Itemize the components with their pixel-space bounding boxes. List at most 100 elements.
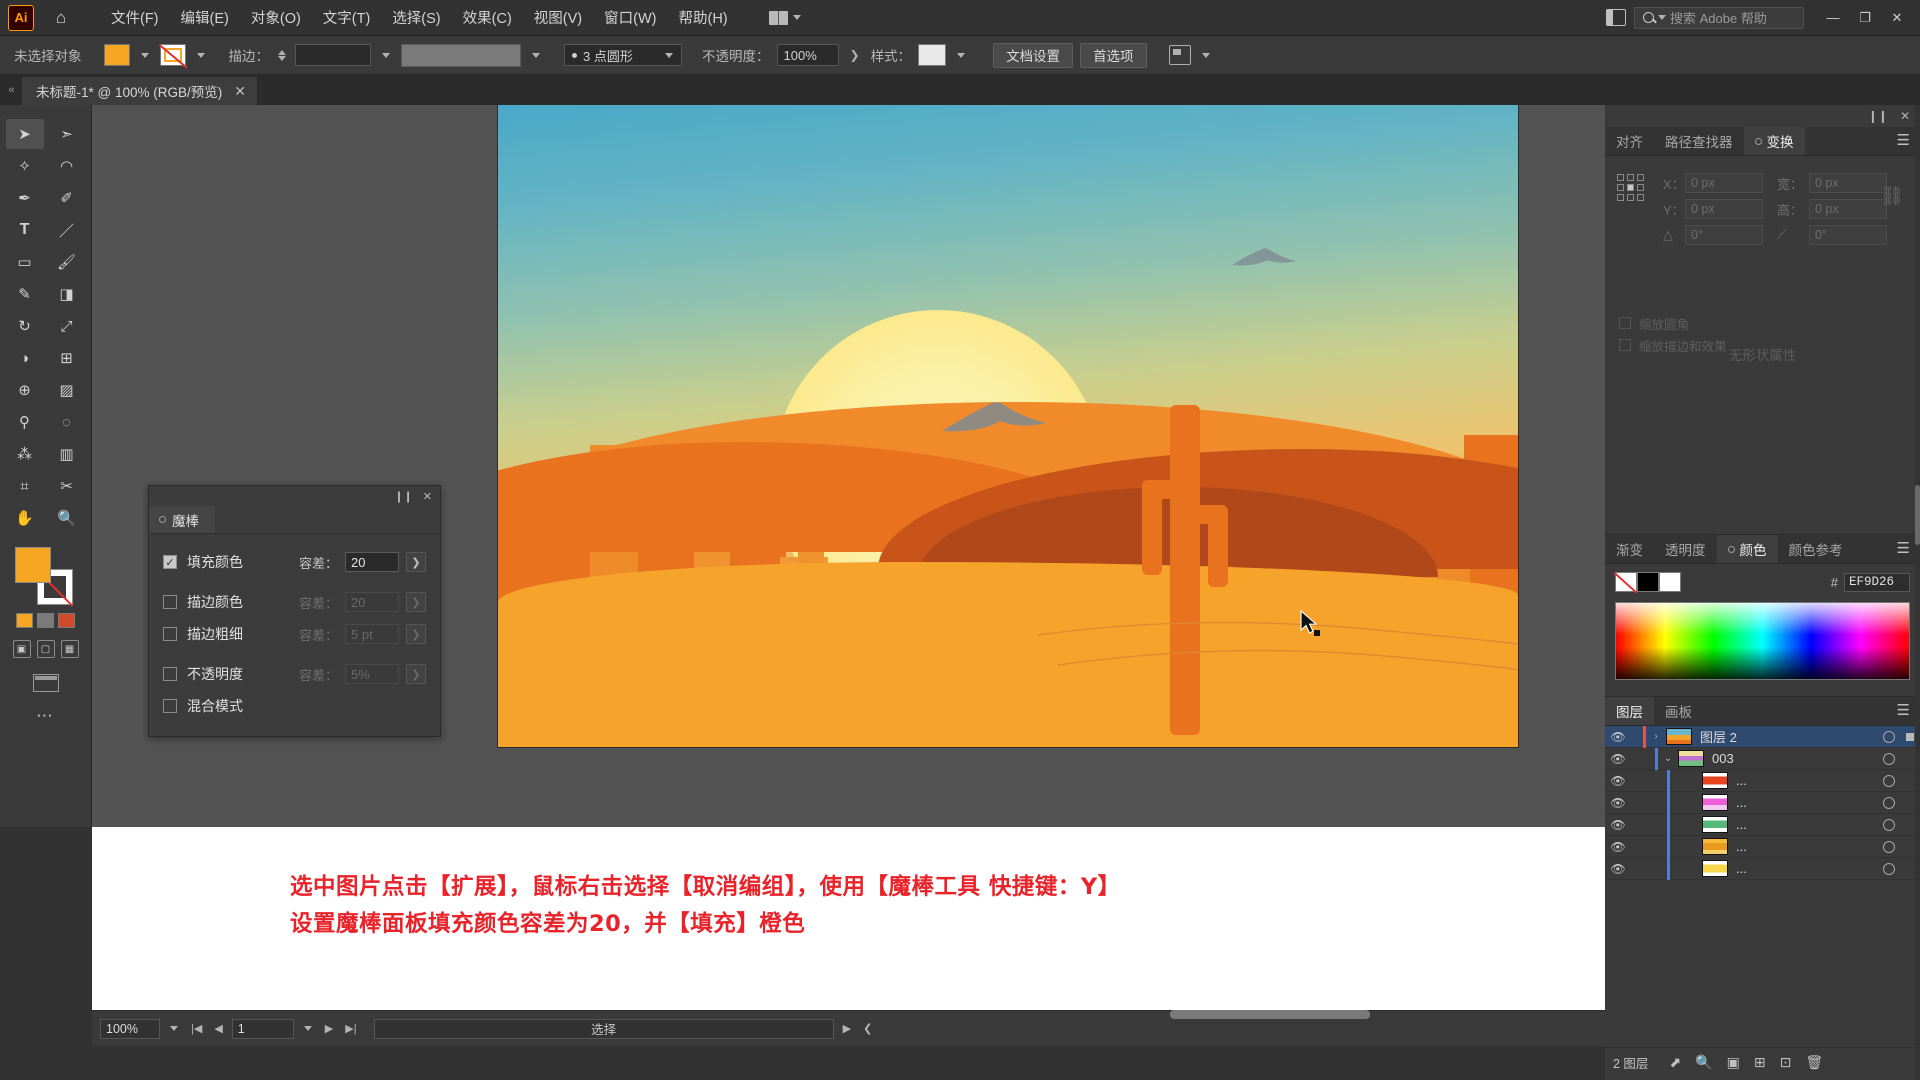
draw-inside-icon[interactable]: ▦ bbox=[60, 640, 79, 658]
collapse-icon[interactable]: ❙❙ bbox=[394, 490, 412, 503]
rectangle-tool[interactable]: ▭ bbox=[6, 247, 44, 277]
target-indicator[interactable] bbox=[1872, 752, 1906, 765]
gradient-button[interactable] bbox=[37, 613, 54, 628]
paintbrush-tool[interactable]: 🖌 bbox=[48, 247, 86, 277]
chevron-down-icon[interactable] bbox=[170, 1026, 178, 1031]
chevron-down-icon[interactable] bbox=[957, 52, 966, 58]
tab-artboards[interactable]: 画板 bbox=[1654, 697, 1703, 725]
black-swatch[interactable] bbox=[1637, 572, 1659, 592]
ref-point[interactable] bbox=[1617, 184, 1624, 191]
stroke-color-checkbox[interactable] bbox=[163, 595, 177, 609]
row-stroke-color[interactable]: 描边颜色 容差： 20 ❯ bbox=[163, 586, 426, 618]
layer-name[interactable]: ... bbox=[1736, 861, 1872, 876]
first-artboard-icon[interactable]: |◀ bbox=[188, 1022, 205, 1035]
maximize-button[interactable]: ❐ bbox=[1850, 5, 1880, 31]
visibility-icon[interactable]: 👁 bbox=[1605, 796, 1631, 810]
close-icon[interactable]: ✕ bbox=[1900, 109, 1910, 123]
lasso-tool[interactable]: ◠ bbox=[48, 151, 86, 181]
chevron-down-icon[interactable] bbox=[1201, 52, 1210, 58]
zoom-tool[interactable]: 🔍 bbox=[48, 503, 86, 533]
layer-name[interactable]: ... bbox=[1736, 817, 1872, 832]
menu-window[interactable]: 窗口(W) bbox=[593, 3, 667, 32]
row-blending-mode[interactable]: 混合模式 bbox=[163, 690, 426, 722]
artboard-number-field[interactable]: 1 bbox=[231, 1018, 294, 1039]
menu-effect[interactable]: 效果(C) bbox=[452, 3, 523, 32]
tab-color[interactable]: 颜色 bbox=[1716, 535, 1778, 563]
workspace-switcher[interactable] bbox=[763, 8, 807, 28]
blend-tool[interactable]: ◌ bbox=[48, 407, 86, 437]
tab-gradient[interactable]: 渐变 bbox=[1605, 535, 1654, 563]
expand-icon[interactable]: › bbox=[1646, 731, 1666, 742]
magic-wand-tool[interactable]: ✧ bbox=[6, 151, 44, 181]
add-layer-icon[interactable]: ⊞ bbox=[1754, 1054, 1766, 1071]
ref-point[interactable] bbox=[1637, 174, 1644, 181]
scale-corners-option[interactable]: 缩放圆角 bbox=[1619, 312, 1727, 334]
line-segment-tool[interactable]: ／ bbox=[48, 215, 86, 245]
minimize-button[interactable]: — bbox=[1818, 5, 1848, 31]
target-indicator[interactable] bbox=[1872, 818, 1906, 831]
chevron-down-icon[interactable] bbox=[532, 52, 540, 58]
hex-value-input[interactable]: EF9D26 bbox=[1844, 572, 1910, 592]
symbol-sprayer-tool[interactable]: ⁂ bbox=[6, 439, 44, 469]
fill-color-checkbox[interactable]: ✓ bbox=[163, 555, 177, 569]
status-collapse-icon[interactable]: ❮ bbox=[860, 1022, 875, 1035]
layer-name[interactable]: ... bbox=[1736, 839, 1872, 854]
close-button[interactable]: ✕ bbox=[1882, 5, 1912, 31]
shape-builder-tool[interactable]: ⊕ bbox=[6, 375, 44, 405]
angle-input[interactable]: 0° bbox=[1685, 225, 1763, 245]
scale-tool[interactable]: ⤢ bbox=[48, 311, 86, 341]
visibility-icon[interactable]: 👁 bbox=[1605, 752, 1631, 766]
stroke-weight-checkbox[interactable] bbox=[163, 627, 177, 641]
visibility-icon[interactable]: 👁 bbox=[1605, 840, 1631, 854]
selection-tool[interactable]: ➤ bbox=[5, 119, 44, 149]
eraser-tool[interactable]: ◨ bbox=[48, 279, 86, 309]
chevron-down-icon[interactable] bbox=[140, 52, 149, 58]
search-input[interactable]: 搜索 Adobe 帮助 bbox=[1634, 6, 1804, 29]
target-indicator[interactable] bbox=[1872, 730, 1906, 743]
menu-select[interactable]: 选择(S) bbox=[381, 3, 451, 32]
visibility-icon[interactable]: 👁 bbox=[1605, 774, 1631, 788]
layer-row-003[interactable]: 👁 ⌄ 003 bbox=[1605, 747, 1920, 770]
opacity-flyout-icon[interactable]: ❯ bbox=[846, 48, 864, 62]
tab-align[interactable]: 对齐 bbox=[1605, 127, 1654, 155]
prev-artboard-icon[interactable]: ◀ bbox=[211, 1022, 225, 1035]
column-graph-tool[interactable]: ▥ bbox=[48, 439, 86, 469]
tab-transparency[interactable]: 透明度 bbox=[1654, 535, 1717, 563]
reference-point-selector[interactable] bbox=[1617, 174, 1644, 201]
status-flyout-icon[interactable]: ▶ bbox=[840, 1022, 854, 1035]
stroke-weight-field[interactable] bbox=[295, 44, 371, 66]
ref-point[interactable] bbox=[1637, 184, 1644, 191]
none-swatch[interactable] bbox=[1615, 572, 1637, 592]
visibility-icon[interactable]: 👁 bbox=[1605, 818, 1631, 832]
menu-view[interactable]: 视图(V) bbox=[523, 3, 593, 32]
document-tab[interactable]: 未标题-1* @ 100% (RGB/预览) ✕ bbox=[22, 77, 258, 105]
graphic-style-swatch[interactable] bbox=[918, 44, 947, 66]
menu-object[interactable]: 对象(O) bbox=[240, 3, 312, 32]
ref-point-active[interactable] bbox=[1627, 184, 1634, 191]
horizontal-scrollbar[interactable] bbox=[1170, 1010, 1370, 1019]
brush-definition-select[interactable]: 3 点圆形 bbox=[564, 44, 682, 66]
zoom-level-field[interactable]: 100% bbox=[100, 1018, 160, 1039]
opacity-checkbox[interactable] bbox=[163, 667, 177, 681]
tab-magic-wand[interactable]: 魔棒 bbox=[149, 506, 215, 533]
fill-tolerance-input[interactable]: 20 bbox=[345, 552, 399, 572]
ref-point[interactable] bbox=[1637, 194, 1644, 201]
direct-selection-tool[interactable]: ➣ bbox=[48, 119, 86, 149]
row-stroke-weight[interactable]: 描边粗细 容差： 5 pt ❯ bbox=[163, 618, 426, 650]
pen-tool[interactable]: ✒ bbox=[6, 183, 44, 213]
draw-behind-icon[interactable]: ▢ bbox=[36, 640, 55, 658]
chevron-down-icon[interactable] bbox=[196, 52, 205, 58]
menu-edit[interactable]: 编辑(E) bbox=[170, 3, 240, 32]
layer-row-item-2[interactable]: 👁 ... bbox=[1605, 791, 1920, 814]
menu-help[interactable]: 帮助(H) bbox=[667, 3, 738, 32]
ref-point[interactable] bbox=[1627, 194, 1634, 201]
scale-strokes-checkbox[interactable] bbox=[1619, 339, 1631, 351]
new-layer-icon[interactable]: ⊡ bbox=[1780, 1054, 1792, 1071]
width-input[interactable]: 0 px bbox=[1809, 173, 1887, 193]
blending-mode-checkbox[interactable] bbox=[163, 699, 177, 713]
type-tool[interactable]: T bbox=[6, 215, 44, 245]
locate-object-icon[interactable]: 🔍 bbox=[1695, 1054, 1712, 1071]
gradient-tool[interactable]: ▨ bbox=[48, 375, 86, 405]
fill-tolerance-flyout-icon[interactable]: ❯ bbox=[406, 552, 426, 572]
layer-name[interactable]: 003 bbox=[1712, 751, 1872, 766]
